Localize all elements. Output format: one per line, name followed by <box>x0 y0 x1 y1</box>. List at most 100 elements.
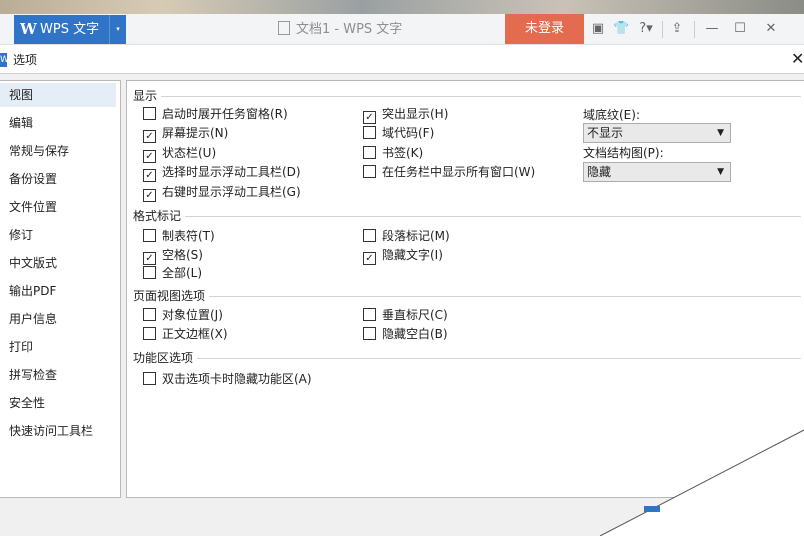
dialog-close-icon[interactable]: ✕ <box>791 50 804 68</box>
checkbox-text-boundaries[interactable]: 正文边框(X) <box>143 326 228 342</box>
checkbox-empty-icon[interactable] <box>363 126 376 139</box>
pin-icon[interactable]: ⇪ <box>669 21 685 37</box>
checkbox-float-toolbar-rightclick[interactable]: ✓ 右键时显示浮动工具栏(G) <box>143 184 301 202</box>
nav-item-track-changes[interactable]: 修订 <box>0 223 116 247</box>
checkbox-tab-chars[interactable]: 制表符(T) <box>143 228 215 244</box>
group-page-view-label: 页面视图选项 <box>133 289 206 303</box>
nav-item-view[interactable]: 视图 <box>0 83 116 107</box>
checkbox-hide-whitespace[interactable]: 隐藏空白(B) <box>363 326 448 342</box>
checkbox-empty-icon[interactable] <box>363 327 376 340</box>
checkbox-label: 书签(K) <box>382 146 424 160</box>
titlebar-divider <box>662 21 663 38</box>
nav-item-edit[interactable]: 编辑 <box>0 111 116 135</box>
app-menu-dropdown-icon[interactable]: ▾ <box>109 15 126 44</box>
checkbox-spaces[interactable]: ✓ 空格(S) <box>143 247 203 265</box>
checkbox-float-toolbar-select[interactable]: ✓ 选择时显示浮动工具栏(D) <box>143 164 301 182</box>
skin-icon[interactable]: ▣ <box>590 21 606 37</box>
checkbox-checked-icon[interactable]: ✓ <box>143 130 156 143</box>
checkbox-empty-icon[interactable] <box>143 327 156 340</box>
options-nav: 视图编辑常规与保存备份设置文件位置修订中文版式输出PDF 用户信息打印拼写检查安全… <box>0 80 121 498</box>
doc-map-value: 隐藏 <box>587 165 612 179</box>
nav-item-chinese-layout[interactable]: 中文版式 <box>0 251 116 275</box>
dialog-app-icon: W <box>0 53 9 67</box>
checkbox-label: 右键时显示浮动工具栏(G) <box>162 185 301 199</box>
document-title: 文档1 - WPS 文字 <box>296 22 403 37</box>
shirt-icon[interactable]: 👕 <box>613 21 629 37</box>
app-titlebar: W WPS 文字 ▾ 文档1 - WPS 文字 未登录 ▣ 👕 ?▾ ⇪ — ☐… <box>0 14 804 45</box>
checkbox-label: 域代码(F) <box>382 126 435 140</box>
group-divider <box>161 96 801 97</box>
checkbox-checked-icon[interactable]: ✓ <box>143 150 156 163</box>
nav-item-user-info[interactable]: 用户信息 <box>0 307 116 331</box>
checkbox-label: 段落标记(M) <box>382 229 450 243</box>
checkbox-empty-icon[interactable] <box>143 107 156 120</box>
nav-item-security[interactable]: 安全性 <box>0 391 116 415</box>
checkbox-empty-icon[interactable] <box>363 146 376 159</box>
checkbox-empty-icon[interactable] <box>143 229 156 242</box>
help-label: ? <box>639 21 647 36</box>
document-title-area: 文档1 - WPS 文字 <box>278 21 402 38</box>
doc-map-select[interactable]: 隐藏 ▼ <box>583 162 731 182</box>
titlebar-divider <box>694 21 695 38</box>
checkbox-label: 选择时显示浮动工具栏(D) <box>162 165 301 179</box>
checkbox-checked-icon[interactable]: ✓ <box>363 252 376 265</box>
checkbox-label: 启动时展开任务窗格(R) <box>162 107 288 121</box>
nav-item-general-save[interactable]: 常规与保存 <box>0 139 116 163</box>
checkbox-vertical-ruler[interactable]: 垂直标尺(C) <box>363 307 448 323</box>
app-menu-tab[interactable]: W WPS 文字 ▾ <box>14 15 126 44</box>
checkbox-paragraph-marks[interactable]: 段落标记(M) <box>363 228 450 244</box>
checkbox-checked-icon[interactable]: ✓ <box>143 169 156 182</box>
checkbox-label: 制表符(T) <box>162 229 215 243</box>
checkbox-label: 在任务栏中显示所有窗口(W) <box>382 165 536 179</box>
checkbox-label: 双击选项卡时隐藏功能区(A) <box>162 372 312 386</box>
group-format-marks-label: 格式标记 <box>133 209 182 223</box>
desktop-background <box>0 0 804 14</box>
nav-item-backup[interactable]: 备份设置 <box>0 167 116 191</box>
checkbox-empty-icon[interactable] <box>363 308 376 321</box>
checkbox-field-codes[interactable]: 域代码(F) <box>363 125 434 141</box>
close-icon[interactable]: ✕ <box>763 21 779 37</box>
checkbox-checked-icon[interactable]: ✓ <box>143 189 156 202</box>
options-dialog-body: 视图编辑常规与保存备份设置文件位置修订中文版式输出PDF 用户信息打印拼写检查安全… <box>0 74 804 536</box>
checkbox-label: 屏幕提示(N) <box>162 126 229 140</box>
help-icon[interactable]: ?▾ <box>636 21 656 37</box>
group-ribbon-label: 功能区选项 <box>133 351 194 365</box>
wps-logo-icon: W <box>20 20 37 38</box>
checkbox-empty-icon[interactable] <box>143 372 156 385</box>
checkbox-empty-icon[interactable] <box>143 308 156 321</box>
checkbox-label: 隐藏空白(B) <box>382 327 448 341</box>
checkbox-label: 对象位置(J) <box>162 308 223 322</box>
checkbox-bookmarks[interactable]: 书签(K) <box>363 145 423 161</box>
maximize-icon[interactable]: ☐ <box>732 21 748 37</box>
checkbox-status-bar[interactable]: ✓ 状态栏(U) <box>143 145 217 163</box>
login-button[interactable]: 未登录 <box>505 14 584 44</box>
group-display-label: 显示 <box>133 89 158 103</box>
checkbox-highlight[interactable]: ✓ 突出显示(H) <box>363 106 448 124</box>
checkbox-checked-icon[interactable]: ✓ <box>363 111 376 124</box>
checkbox-label: 正文边框(X) <box>162 327 228 341</box>
nav-item-print[interactable]: 打印 <box>0 335 116 359</box>
checkbox-checked-icon[interactable]: ✓ <box>143 252 156 265</box>
checkbox-empty-icon[interactable] <box>363 165 376 178</box>
checkbox-object-anchors[interactable]: 对象位置(J) <box>143 307 223 323</box>
options-dialog-header: W 选项 ✕ <box>0 48 804 74</box>
checkbox-empty-icon[interactable] <box>363 229 376 242</box>
checkbox-label: 状态栏(U) <box>162 146 217 160</box>
checkbox-empty-icon[interactable] <box>143 266 156 279</box>
checkbox-hidden-text[interactable]: ✓ 隐藏文字(I) <box>363 247 443 265</box>
checkbox-hide-ribbon-dblclick[interactable]: 双击选项卡时隐藏功能区(A) <box>143 371 312 387</box>
view-options-panel: 显示 启动时展开任务窗格(R) ✓ 屏幕提示(N) ✓ 状态栏(U) ✓ 选择时显示浮… <box>126 80 804 498</box>
nav-item-quick-access-toolbar[interactable]: 快速访问工具栏 <box>0 419 116 443</box>
checkbox-label: 空格(S) <box>162 248 203 262</box>
checkbox-screen-tips[interactable]: ✓ 屏幕提示(N) <box>143 125 229 143</box>
checkbox-all-marks[interactable]: 全部(L) <box>143 265 202 281</box>
field-shading-select[interactable]: 不显示 ▼ <box>583 123 731 143</box>
checkbox-expand-taskpane[interactable]: 启动时展开任务窗格(R) <box>143 106 288 122</box>
minimize-icon[interactable]: — <box>704 21 720 37</box>
nav-item-file-locations[interactable]: 文件位置 <box>0 195 116 219</box>
checkbox-taskbar-windows[interactable]: 在任务栏中显示所有窗口(W) <box>363 164 535 180</box>
field-shading-value: 不显示 <box>587 126 624 140</box>
nav-item-export-pdf[interactable]: 输出PDF <box>0 279 116 303</box>
group-divider <box>197 358 801 359</box>
nav-item-spell-check[interactable]: 拼写检查 <box>0 363 116 387</box>
